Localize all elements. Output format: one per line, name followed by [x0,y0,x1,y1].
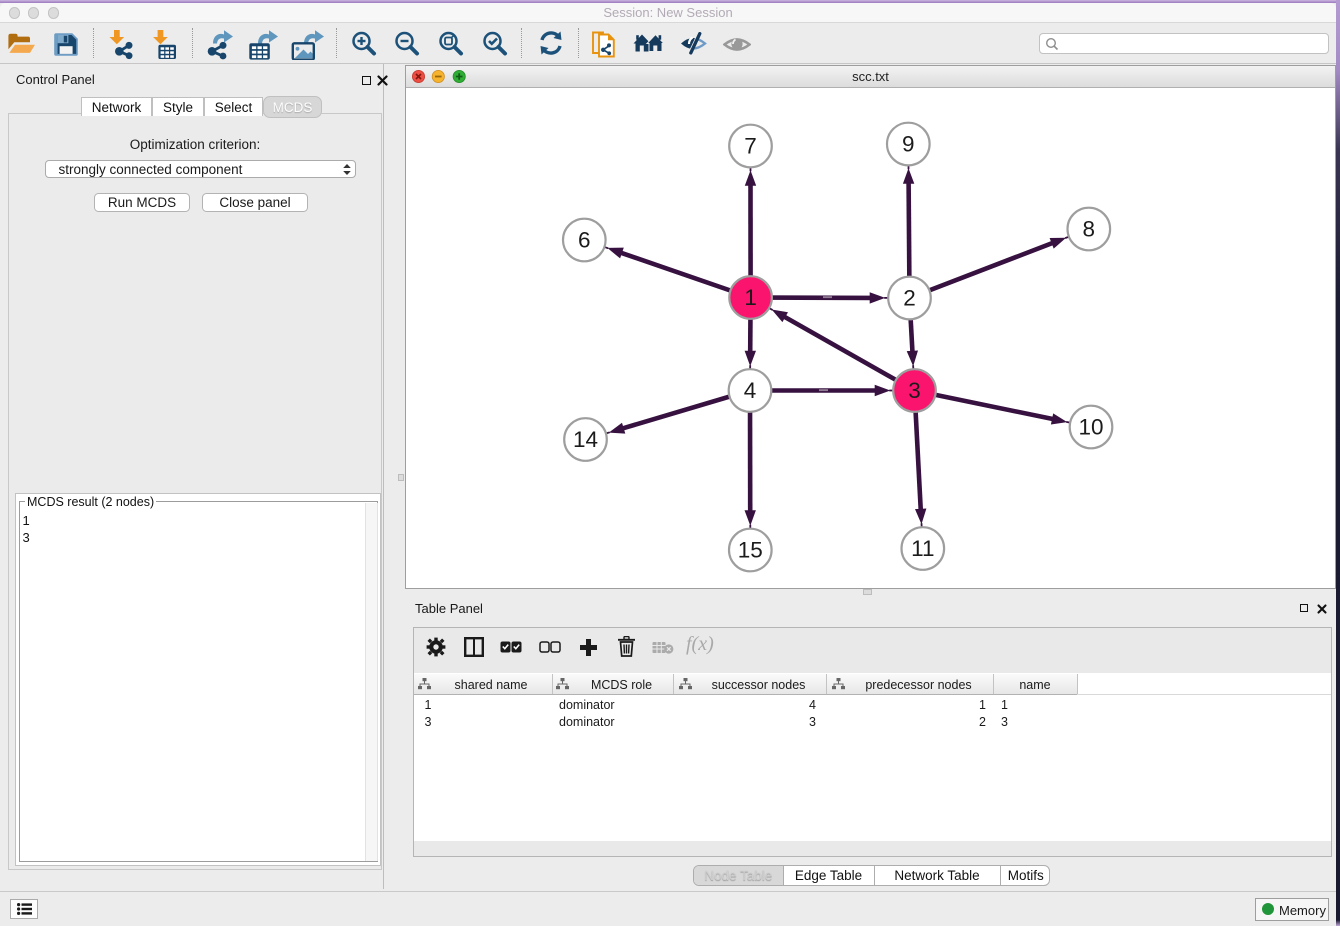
svg-text:6: 6 [578,228,591,253]
svg-text:15: 15 [738,538,763,563]
svg-text:2: 2 [903,286,916,311]
svg-text:9: 9 [902,132,915,157]
svg-text:10: 10 [1078,415,1103,440]
svg-text:14: 14 [573,427,598,452]
svg-text:4: 4 [744,378,757,403]
svg-text:7: 7 [744,134,757,159]
svg-text:3: 3 [908,378,921,403]
svg-text:11: 11 [911,536,934,561]
svg-text:1: 1 [744,285,757,310]
svg-text:8: 8 [1083,217,1096,242]
